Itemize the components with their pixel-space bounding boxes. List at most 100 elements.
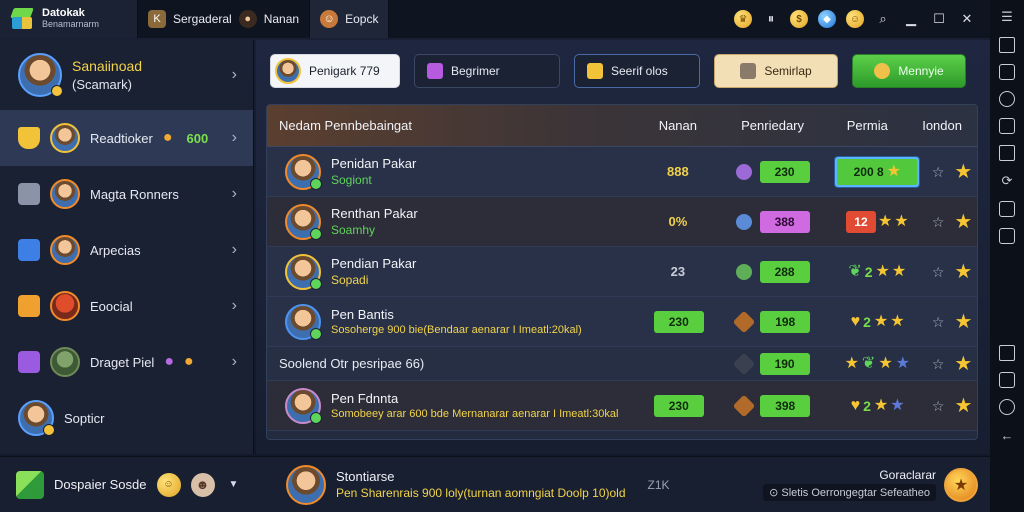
gem-icon: ● [164,353,174,370]
star-icon[interactable]: ★ [954,354,972,374]
chevron-right-icon: › [231,297,237,314]
window-icon[interactable] [999,64,1015,80]
player-search-field[interactable]: Penigark 779 [270,54,400,88]
trophy-badge-icon[interactable]: ★ [944,467,978,502]
tab-eopck[interactable]: ☺ Eopck [310,0,390,38]
character-icon[interactable]: ☺ [156,472,181,497]
app-subtitle: Benamarnarm [42,19,100,29]
bottom-sub: Pen Sharenrais 900 loly(turnan aomngiat … [336,486,626,500]
player-status: Soamhy [331,223,376,237]
gamepad-icon[interactable] [999,118,1015,134]
column-header[interactable]: Permia [827,118,907,133]
penriedary-pill[interactable]: 388 [759,210,810,233]
player-name: Penidan Pakar [331,156,417,171]
star-icon: ★ [877,212,893,230]
bottom-bar: Dospaier Sosde ☺ ☻ ▼ Stontiarse Pen Shar… [0,456,990,512]
table-row[interactable]: Pen Bantis Sosoherge 900 bie(Bendaar aen… [267,297,977,347]
star-outline-icon[interactable]: ☆ [932,264,945,280]
penriedary-pill[interactable]: 230 [759,160,810,183]
section-row[interactable]: Soolend Otr pesripae 66) 190 ★ ❦ ★ ★ ☆ ★ [267,347,977,381]
star-icon: ★ [873,312,889,330]
mennyie-button[interactable]: Mennyie [852,54,966,88]
tab-sergaderal[interactable]: K Sergaderal ● Nanan [138,0,311,38]
screenshot-icon[interactable] [999,37,1015,53]
maximize-icon[interactable]: ☐ [930,10,948,28]
layers-icon[interactable] [999,372,1015,388]
face-icon[interactable]: ☻ [190,472,215,497]
sidebar-item-eoocial[interactable]: Eoocial › [0,278,253,334]
coin-icon[interactable]: $ [790,10,808,28]
sidebar-item-readtioker[interactable]: Readtioker ● 600 › [0,110,253,166]
star-outline-icon[interactable]: ☆ [932,398,945,414]
penriedary-pill[interactable]: 190 [759,352,810,375]
star-icon[interactable]: ★ [954,262,972,282]
profile-card[interactable]: Sanaiinoad (Scamark) › [0,40,253,110]
table-row[interactable]: Renthan Pakar Soamhy 0% 388 12 ★ ★ ☆ ★ [267,197,977,247]
gem-icon[interactable]: ◆ [818,10,836,28]
minimize-icon[interactable]: ▁ [902,10,920,28]
folder-icon[interactable] [999,345,1015,361]
sidebar-item-magta-ronners[interactable]: Magta Ronners › [0,166,253,222]
sword-icon [732,310,756,333]
star-outline-icon[interactable]: ☆ [932,164,945,180]
search-icon[interactable]: ⌕ [874,10,892,28]
keyboard-icon[interactable] [999,201,1015,217]
star-outline-icon[interactable]: ☆ [932,356,945,372]
seerif-olos-button[interactable]: Seerif olos [574,54,700,88]
semirlap-button[interactable]: Semirlap [714,54,838,88]
player-cell: Pendian Pakar Sopadi [267,253,638,290]
penriedary-pill[interactable]: 198 [760,310,811,333]
star-icon[interactable]: ★ [954,396,972,416]
star-outline-icon[interactable]: ☆ [932,214,945,230]
bottom-label[interactable]: Dospaier Sosde [54,477,147,492]
bottom-right: Goraclarar ⊙ Sletis Oerrongegtar Sefeath… [763,467,990,502]
bottom-center[interactable]: Stontiarse Pen Sharenrais 900 loly(turna… [286,464,670,505]
app-logo-icon [10,8,34,30]
star-icon[interactable]: ★ [954,312,972,332]
column-header[interactable]: Penriedary [718,118,828,133]
chest-icon [18,295,40,317]
column-header[interactable]: Nedam Pennbebaingat [267,118,638,133]
caret-down-icon[interactable]: ▼ [225,476,243,494]
resize-icon[interactable] [999,145,1015,161]
permia-value: 200 8 [853,164,884,179]
sidebar-item-arpecias[interactable]: Arpecias › [0,222,253,278]
emoji-icon[interactable]: ☺ [846,10,864,28]
nanan-pill[interactable]: 230 [653,394,704,417]
pause-icon[interactable]: ⏸ [762,10,780,28]
permia-pill[interactable]: 12 [845,210,876,233]
settings-icon[interactable] [999,399,1015,415]
table-row[interactable]: Pen Fdnnta Somobeey arar 600 bde Mernana… [267,381,977,431]
rotate-icon[interactable]: ⟳ [998,172,1016,190]
display-icon[interactable] [999,228,1015,244]
penriedary-pill[interactable]: 288 [759,260,810,283]
nanan-pill[interactable]: 230 [653,310,704,333]
cube-icon[interactable] [16,470,44,499]
sidebar-item-draget-piel[interactable]: Draget Piel ● ● › [0,334,253,390]
table-row[interactable]: Penidan Pakar Sogiont 888 230 200 8 ★ ☆ ★ [267,147,977,197]
table-row[interactable]: Pendian Pakar Sopadi 23 288 ❦ 2 ★ ★ ☆ ★ [267,247,977,297]
profile-sub: (Scamark) [72,77,132,92]
star-outline-icon[interactable]: ☆ [932,314,945,330]
bottom-right-sub[interactable]: ⊙ Sletis Oerrongegtar Sefeatheo [763,484,936,501]
app-window: Datokak Benamarnarm K Sergaderal ● Nanan… [0,0,1024,512]
permia-pill-selected[interactable]: 200 8 ★ [835,156,920,187]
crown-coin-icon[interactable]: ♛ [734,10,752,28]
app-brand[interactable]: Datokak Benamarnarm [0,0,138,38]
tab-label: Sergaderal [173,12,232,26]
star-icon[interactable]: ★ [954,212,972,232]
close-icon[interactable]: ✕ [958,10,976,28]
menu-icon[interactable]: ☰ [998,8,1016,26]
column-header[interactable]: Nanan [638,118,718,133]
iondon-cell: ☆ ★ [927,212,977,232]
cube-icon [18,239,40,261]
star-icon[interactable]: ★ [954,162,972,182]
sidebar-item-sopticr[interactable]: Sopticr [0,390,253,446]
penriedary-pill[interactable]: 398 [760,394,811,417]
back-icon[interactable]: ← [998,426,1016,444]
record-icon[interactable] [999,91,1015,107]
column-header[interactable]: Iondon [907,118,977,133]
begrimer-button[interactable]: Begrimer [414,54,560,88]
scroll-icon [740,63,757,79]
sidebar-item-label: Draget Piel [90,354,155,370]
